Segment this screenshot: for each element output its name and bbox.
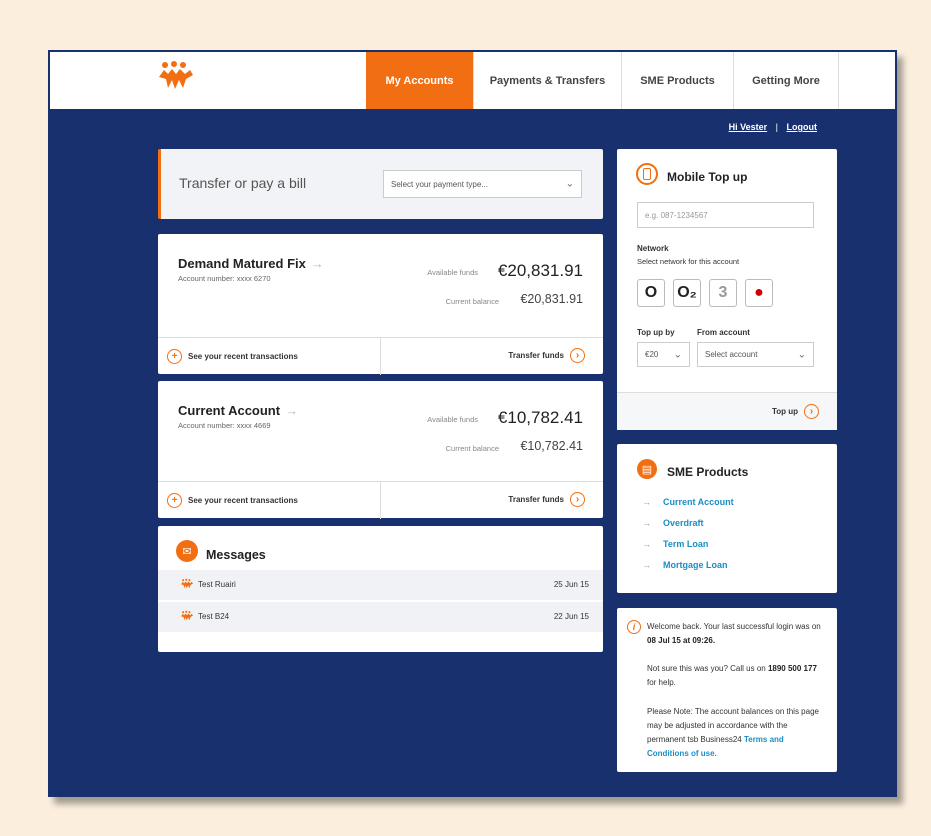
network-hint: Select network for this account [637, 257, 740, 266]
support-text: Not sure this was you? Call us on 1890 5… [647, 664, 817, 687]
chevron-right-icon: › [570, 348, 585, 363]
topup-amount-value: €20 [645, 350, 659, 359]
phone-number-input[interactable]: e.g. 087-1234567 [637, 202, 814, 228]
shop-icon: ▤ [637, 459, 657, 479]
payment-type-select[interactable]: Select your payment type... ⌄ [383, 170, 582, 198]
messages-title: Messages [206, 548, 266, 562]
message-row[interactable]: Test Ruairi 25 Jun 15 [158, 570, 603, 600]
account-number: Account number: xxxx 4669 [178, 421, 271, 430]
last-login-text: Welcome back. Your last successful login… [647, 622, 821, 645]
arrow-right-icon: → [642, 497, 651, 507]
current-balance-value: €20,831.91 [520, 292, 583, 306]
divider [380, 482, 381, 519]
tab-payments-transfers[interactable]: Payments & Transfers [473, 52, 621, 109]
messages-panel: ✉ Messages Test Ruairi 25 Jun 15 Test B2… [158, 526, 603, 652]
chevron-down-icon: ⌄ [673, 348, 682, 360]
sender-logo-icon [181, 578, 193, 589]
sme-title: SME Products [667, 465, 749, 479]
network-label: Network [637, 244, 669, 253]
message-date: 25 Jun 15 [553, 580, 589, 589]
available-funds-label: Available funds [427, 415, 478, 424]
message-sender: Test B24 [198, 612, 230, 621]
available-funds-value: €20,831.91 [497, 261, 583, 280]
chevron-right-icon: › [804, 404, 819, 419]
phone-icon [636, 163, 658, 185]
balance-note-text: Please Note: The account balances on thi… [647, 707, 819, 758]
available-funds-label: Available funds [427, 268, 478, 277]
chevron-down-icon: ⌄ [565, 178, 574, 190]
app-window: My Accounts Payments & Transfers SME Pro… [48, 50, 897, 797]
available-funds-value: €10,782.41 [497, 408, 583, 427]
topup-amount-select[interactable]: €20 ⌄ [637, 342, 690, 367]
transfer-funds-link[interactable]: Transfer funds › [508, 348, 585, 363]
message-date: 22 Jun 15 [553, 612, 589, 621]
arrow-right-icon: → [642, 518, 651, 528]
chevron-down-icon: ⌄ [797, 348, 806, 360]
account-card: Current Account → Account number: xxxx 46… [158, 381, 603, 519]
phone-placeholder: e.g. 087-1234567 [645, 210, 708, 220]
tab-getting-more[interactable]: Getting More [733, 52, 839, 109]
topup-title: Mobile Top up [667, 170, 748, 184]
info-icon: i [627, 620, 641, 634]
sme-item-mortgage-loan[interactable]: → Mortgage Loan [642, 560, 728, 570]
message-sender: Test Ruairi [198, 580, 236, 589]
top-navigation-bar: My Accounts Payments & Transfers SME Pro… [50, 52, 895, 109]
transfer-panel: Transfer or pay a bill Select your payme… [158, 149, 603, 219]
tab-sme-products[interactable]: SME Products [621, 52, 733, 109]
mobile-topup-panel: Mobile Top up e.g. 087-1234567 Network S… [617, 149, 837, 430]
topup-footer: Top up › [617, 392, 837, 430]
current-balance-label: Current balance [445, 444, 499, 453]
current-balance-value: €10,782.41 [520, 439, 583, 453]
account-footer: + See your recent transactions Transfer … [158, 481, 603, 519]
tab-my-accounts[interactable]: My Accounts [366, 52, 473, 109]
chevron-right-icon: › [570, 492, 585, 507]
topup-by-label: Top up by [637, 328, 675, 337]
transfer-funds-link[interactable]: Transfer funds › [508, 492, 585, 507]
from-account-select[interactable]: Select account ⌄ [697, 342, 814, 367]
sender-logo-icon [181, 610, 193, 621]
account-footer: + See your recent transactions Transfer … [158, 337, 603, 375]
separator: | [775, 122, 778, 132]
operator-o2-icon[interactable]: O₂ [673, 279, 701, 307]
bank-logo-icon[interactable] [156, 61, 196, 96]
arrow-right-icon: → [642, 560, 651, 570]
plus-icon: + [167, 493, 182, 508]
arrow-right-icon: → [310, 256, 324, 271]
logout-link[interactable]: Logout [787, 122, 818, 132]
transfer-label: Transfer or pay a bill [179, 175, 307, 191]
sme-item-overdraft[interactable]: → Overdraft [642, 518, 704, 528]
operator-three-icon[interactable]: 3 [709, 279, 737, 307]
sme-item-term-loan[interactable]: → Term Loan [642, 539, 708, 549]
from-account-label: From account [697, 328, 750, 337]
operator-meteor-icon[interactable]: O [637, 279, 665, 307]
account-name[interactable]: Demand Matured Fix → [178, 256, 324, 271]
message-row[interactable]: Test B24 22 Jun 15 [158, 602, 603, 632]
topup-button[interactable]: Top up › [772, 404, 819, 419]
divider [380, 338, 381, 375]
from-account-value: Select account [705, 350, 758, 359]
arrow-right-icon: → [642, 539, 651, 549]
sme-products-panel: ▤ SME Products → Current Account → Overdra… [617, 444, 837, 593]
payment-type-placeholder: Select your payment type... [391, 179, 488, 189]
arrow-right-icon: → [285, 403, 299, 418]
sme-item-current-account[interactable]: → Current Account [642, 497, 734, 507]
current-balance-label: Current balance [445, 297, 499, 306]
plus-icon: + [167, 349, 182, 364]
login-info-panel: i Welcome back. Your last successful log… [617, 608, 837, 772]
greeting-link[interactable]: Hi Vester [729, 122, 768, 132]
operator-vodafone-icon[interactable]: ● [745, 279, 773, 307]
recent-transactions-link[interactable]: + See your recent transactions [167, 349, 298, 364]
account-name[interactable]: Current Account → [178, 403, 298, 418]
envelope-icon: ✉ [176, 540, 198, 562]
user-links: Hi Vester | Logout [729, 122, 817, 132]
account-card: Demand Matured Fix → Account number: xxxx… [158, 234, 603, 375]
recent-transactions-link[interactable]: + See your recent transactions [167, 493, 298, 508]
account-number: Account number: xxxx 6270 [178, 274, 271, 283]
